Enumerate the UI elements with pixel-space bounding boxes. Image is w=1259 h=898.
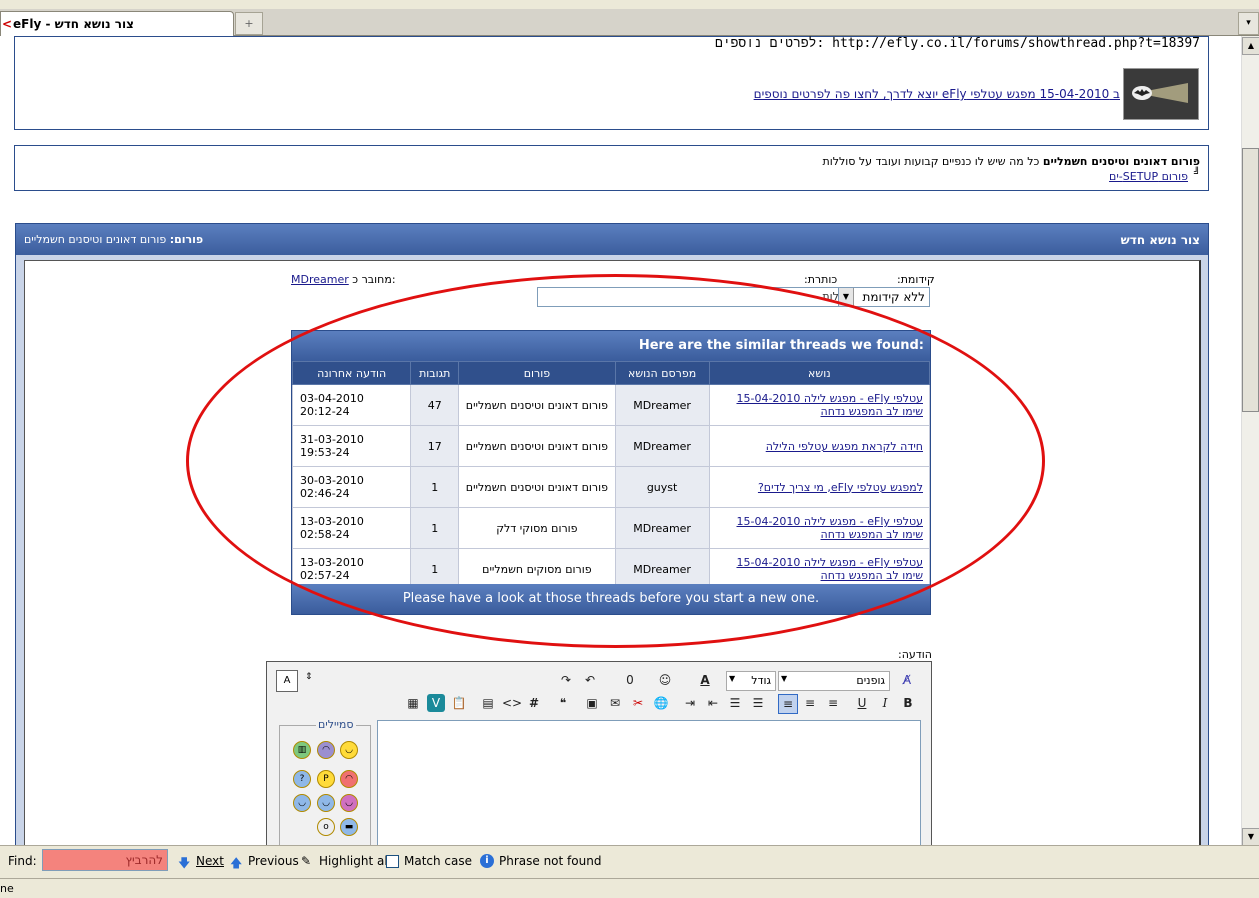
message-textarea[interactable] <box>377 720 921 862</box>
scrollbar-thumb[interactable] <box>1242 148 1259 412</box>
highlight-all-button[interactable]: Highlight all <box>319 854 391 868</box>
attachment-icon[interactable]: 0 <box>621 671 639 689</box>
prefix-select-value: ללא קידומת <box>862 290 925 304</box>
wrap-code-icon[interactable]: # <box>525 694 543 712</box>
new-thread-header: צור נושא חדש פורום: פורום דאונים וטיסנים… <box>15 223 1209 257</box>
tab-title: צור נושא חדש - eFly <box>13 17 134 31</box>
tab-active[interactable]: < צור נושא חדש - eFly <box>0 11 234 36</box>
insert-email-icon[interactable]: ✉ <box>606 694 624 712</box>
find-status: Phrase not found <box>499 854 602 868</box>
panel-forum: פורום: פורום דאונים וטיסנים חשמליים <box>24 233 204 246</box>
mad-icon[interactable]: ◠ <box>340 770 358 788</box>
wrap-php-icon[interactable]: ▤ <box>479 694 497 712</box>
undo-icon[interactable]: ↶ <box>581 671 599 689</box>
smiley-icon[interactable]: ☺ <box>656 671 674 689</box>
indent-icon[interactable]: ⇥ <box>681 694 699 712</box>
bat-signal-image <box>1123 68 1199 120</box>
wink-icon[interactable]: ◡ <box>340 794 358 812</box>
match-case-label[interactable]: Match case <box>404 854 472 868</box>
forum-desc-text: כל מה שיש לו כנפיים קבועות ועובד על סולל… <box>822 155 1043 168</box>
forum-description: פורום דאונים וטיסנים חשמליים כל מה שיש ל… <box>822 155 1200 168</box>
insert-link-icon[interactable]: 🌐 <box>652 694 670 712</box>
font-select[interactable]: גופנים ▼ <box>778 671 890 691</box>
eek-icon[interactable]: o <box>317 818 335 836</box>
tongue-icon[interactable]: P <box>317 770 335 788</box>
info-url-text: http://efly.co.il/forums/showthread.php?… <box>715 36 1200 51</box>
outdent-icon[interactable]: ⇤ <box>704 694 722 712</box>
match-case-checkbox[interactable] <box>386 855 399 868</box>
arrow-down-icon[interactable]: 🡇 <box>178 854 190 875</box>
smilies-label: סמיילים <box>316 718 356 731</box>
find-next-button[interactable]: Next <box>196 854 224 868</box>
align-right-icon[interactable]: ≡ <box>824 694 842 712</box>
align-center-icon[interactable]: ≡ <box>801 694 819 712</box>
wrap-html-icon[interactable]: <> <box>502 694 522 712</box>
align-left-icon[interactable]: ≡ <box>778 694 798 714</box>
unordered-list-icon[interactable]: ☰ <box>726 694 744 712</box>
frown-icon[interactable]: ◠ <box>317 741 335 759</box>
smilies-box: סמיילים ◡ ◠ ▥ ◠ P ? ◡ ◡ ◡ ▬ o <box>279 718 371 849</box>
tab-favicon-icon: < <box>2 17 13 31</box>
panel-title: צור נושא חדש <box>1120 233 1200 247</box>
info-icon: i <box>480 854 494 868</box>
ordered-list-icon[interactable]: ☰ <box>749 694 767 712</box>
clipboard-icon[interactable]: 📋 <box>450 694 468 712</box>
quote-icon[interactable]: ❝ <box>554 694 572 712</box>
bold-icon[interactable]: B <box>899 694 917 712</box>
chevron-down-icon: ▼ <box>729 674 736 683</box>
table-icon[interactable]: ▦ <box>404 694 422 712</box>
confused-icon[interactable]: ? <box>293 770 311 788</box>
remove-link-icon[interactable]: ✂ <box>629 694 647 712</box>
underline-icon[interactable]: U <box>853 694 871 712</box>
title-label: כותרת: <box>804 273 838 286</box>
size-select[interactable]: גודל ▼ <box>726 671 776 691</box>
announcement-box: http://efly.co.il/forums/showthread.php?… <box>14 36 1209 130</box>
new-tab-button[interactable]: + <box>235 12 263 35</box>
red-annotation-ellipse <box>186 274 1045 648</box>
resize-editor-icon[interactable]: ⇕ <box>305 672 313 682</box>
scroll-down-arrow-icon[interactable]: ▼ <box>1242 828 1259 846</box>
logged-user-link[interactable]: MDreamer <box>291 273 349 286</box>
event-link[interactable]: ב 15-04-2010 מפגש עטלפי eFly יוצא לדרך, … <box>754 87 1120 101</box>
chevron-down-icon: ▼ <box>781 674 788 683</box>
redo-icon[interactable]: ↷ <box>557 671 575 689</box>
italic-icon[interactable]: I <box>876 694 894 712</box>
arrow-up-icon[interactable]: 🡅 <box>230 854 242 875</box>
tab-list-button[interactable]: ▾ <box>1238 12 1259 35</box>
status-bar: ne <box>0 878 1259 898</box>
smile-icon[interactable]: ◡ <box>340 741 358 759</box>
forum-description-box: פורום דאונים וטיסנים חשמליים כל מה שיש ל… <box>14 145 1209 191</box>
find-label: Find: <box>8 854 37 868</box>
find-previous-button[interactable]: Previous <box>248 854 299 868</box>
smile-blue-icon[interactable]: ◡ <box>317 794 335 812</box>
subforum-icon: ╝ <box>1193 168 1200 179</box>
switch-editor-mode-icon[interactable]: A <box>276 670 298 692</box>
insert-image-icon[interactable]: ▣ <box>583 694 601 712</box>
scroll-up-arrow-icon[interactable]: ▲ <box>1242 37 1259 55</box>
laugh-icon[interactable]: ◡ <box>293 794 311 812</box>
cool-icon[interactable]: ▬ <box>340 818 358 836</box>
prefix-label: קידומת: <box>897 273 935 286</box>
grin-icon[interactable]: ▥ <box>293 741 311 759</box>
find-input[interactable]: להרביץ <box>42 849 168 871</box>
status-text: ne <box>0 882 14 895</box>
forum-name-bold: פורום דאונים וטיסנים חשמליים <box>1042 155 1200 168</box>
highlight-pen-icon: ✎ <box>301 854 312 868</box>
remove-format-icon[interactable]: A̸ <box>898 671 916 689</box>
logged-in-info: MDreamer מחובר כ: <box>291 273 396 286</box>
video-icon[interactable]: V <box>427 694 445 712</box>
setup-forum-link[interactable]: פורום SETUP-ים <box>1109 170 1188 183</box>
bat-signal-icon <box>1124 69 1198 119</box>
text-color-icon[interactable]: A <box>696 671 714 689</box>
message-label: הודעה: <box>898 648 932 661</box>
